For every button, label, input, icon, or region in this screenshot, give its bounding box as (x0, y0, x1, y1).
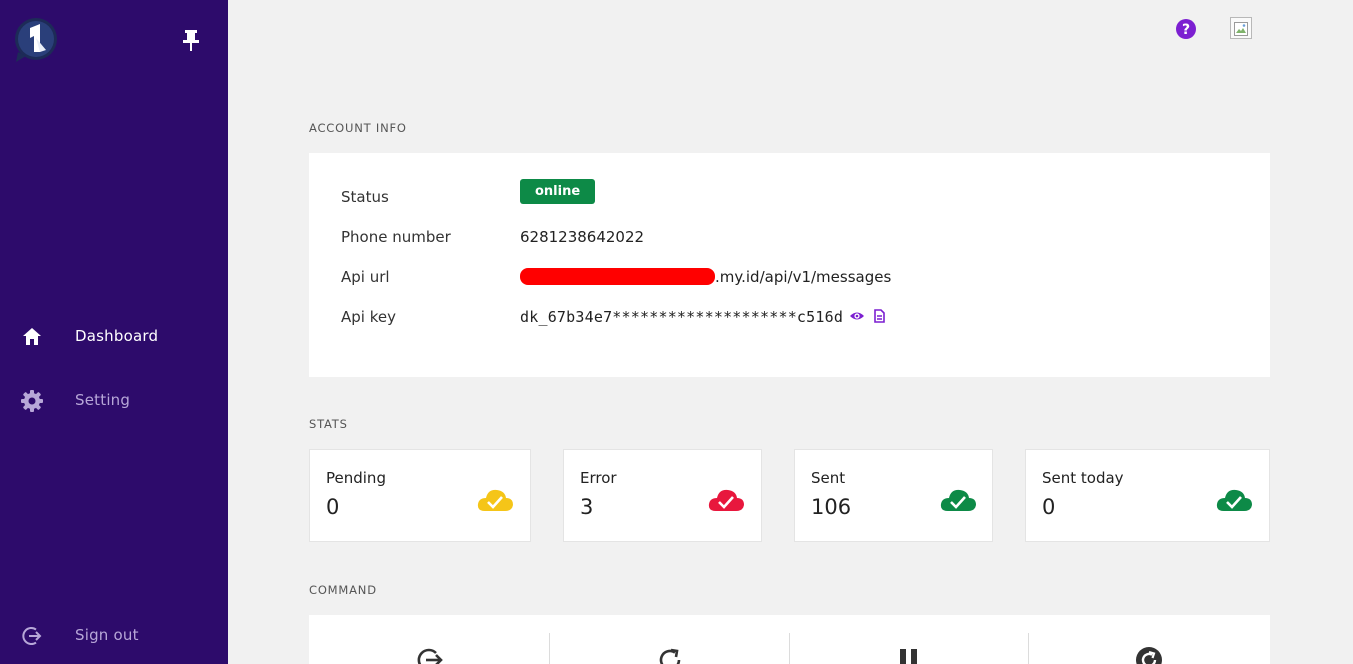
stat-value: 3 (580, 495, 594, 519)
cloud-check-icon (476, 486, 514, 514)
divider (549, 633, 550, 664)
api-key-label: Api key (341, 308, 396, 326)
redaction-mark (520, 268, 715, 285)
stat-value: 106 (811, 495, 852, 519)
status-badge: online (520, 179, 596, 204)
logout-icon (20, 624, 44, 648)
pin-icon[interactable] (181, 28, 201, 52)
section-title-account-info: ACCOUNT INFO (309, 121, 407, 135)
cloud-check-icon (707, 486, 745, 514)
account-info-card: Status online Phone number 6281238642022… (309, 153, 1270, 377)
divider (789, 633, 790, 664)
gear-icon (20, 389, 44, 413)
api-url-label: Api url (341, 268, 390, 286)
svg-text:?: ? (1182, 22, 1190, 38)
api-url-value: .my.id/api/v1/messages (520, 268, 891, 286)
api-key-value-wrap: dk_67b34e7********************c516d (520, 308, 887, 326)
cloud-check-icon (939, 486, 977, 514)
status-value: online (520, 179, 596, 213)
stat-card-sent-today: Sent today 0 (1025, 449, 1270, 542)
stat-card-error: Error 3 (563, 449, 762, 542)
stat-value: 0 (326, 495, 340, 519)
reconnect-command-button[interactable] (1134, 645, 1164, 664)
stat-label: Error (580, 469, 617, 487)
stat-card-sent: Sent 106 (794, 449, 993, 542)
api-key-value: dk_67b34e7********************c516d (520, 308, 844, 326)
eye-icon[interactable] (849, 308, 865, 324)
sidebar: Dashboard Setting Sign out (0, 0, 228, 664)
status-label: Status (341, 188, 389, 206)
sidebar-item-label: Setting (75, 391, 131, 409)
home-icon (20, 325, 44, 349)
command-card (309, 615, 1270, 664)
stat-label: Sent today (1042, 469, 1124, 487)
api-url-suffix: .my.id/api/v1/messages (715, 268, 892, 286)
sign-out-label: Sign out (75, 626, 139, 644)
help-icon[interactable]: ? (1175, 18, 1197, 40)
phone-label: Phone number (341, 228, 451, 246)
sidebar-item-dashboard[interactable]: Dashboard (0, 316, 228, 356)
stat-value: 0 (1042, 495, 1056, 519)
stat-label: Sent (811, 469, 846, 487)
sidebar-item-label: Dashboard (75, 327, 159, 345)
broken-image-icon (1234, 21, 1248, 36)
logout-command-button[interactable] (415, 645, 445, 664)
app-logo[interactable] (12, 16, 60, 64)
sign-out-button[interactable]: Sign out (0, 615, 228, 655)
avatar[interactable] (1230, 17, 1252, 39)
phone-value: 6281238642022 (520, 228, 645, 246)
stat-label: Pending (326, 469, 386, 487)
divider (1028, 633, 1029, 664)
sidebar-item-setting[interactable]: Setting (0, 380, 228, 420)
cloud-check-icon (1215, 486, 1253, 514)
restart-command-button[interactable] (655, 645, 685, 664)
section-title-command: COMMAND (309, 583, 377, 597)
stat-card-pending: Pending 0 (309, 449, 531, 542)
section-title-stats: STATS (309, 417, 348, 431)
copy-icon[interactable] (871, 308, 887, 324)
pause-command-button[interactable] (894, 645, 924, 664)
